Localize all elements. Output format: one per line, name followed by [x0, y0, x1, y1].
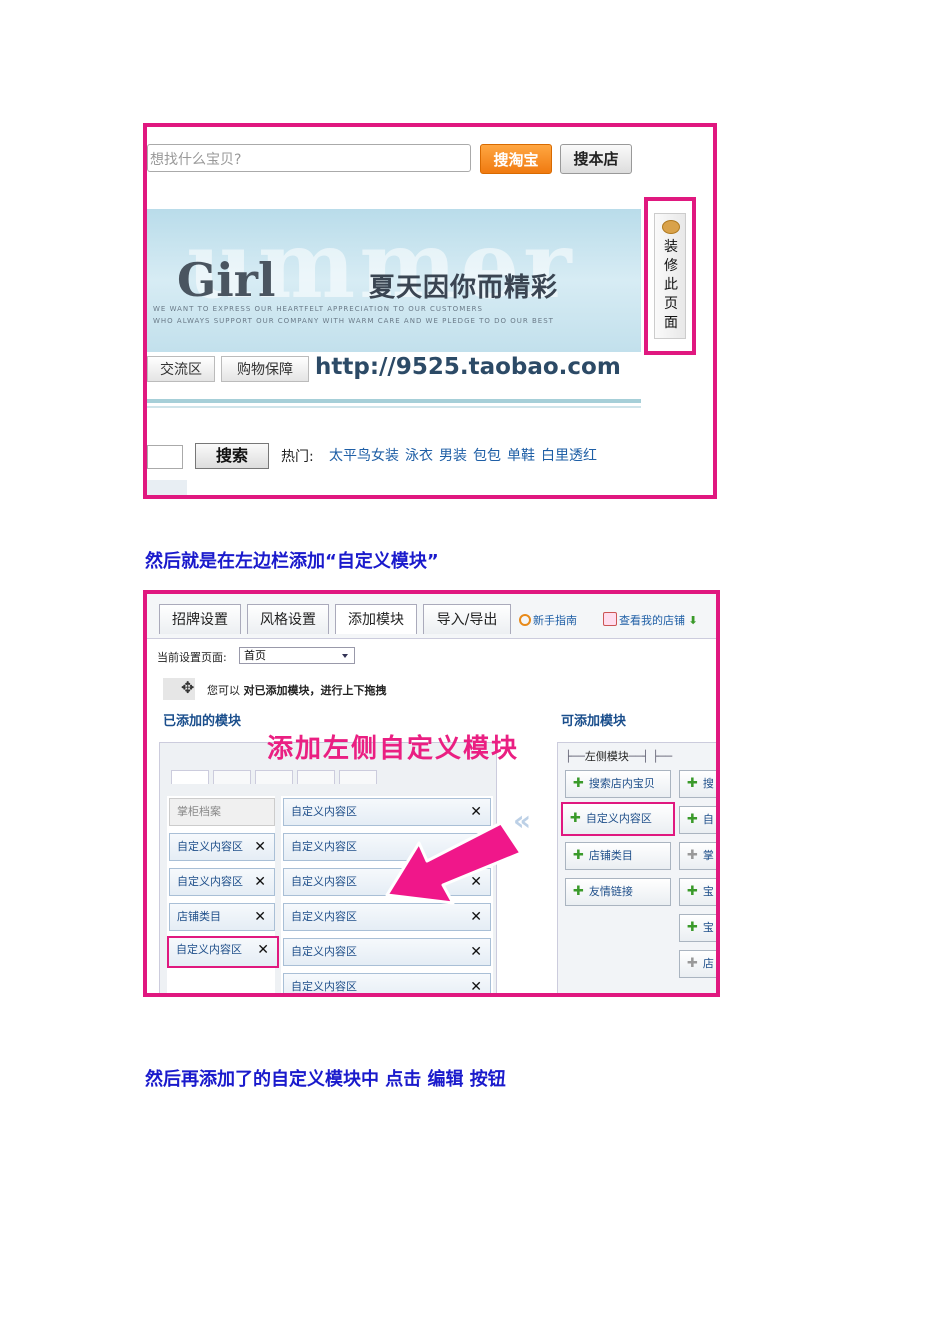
- module-item[interactable]: 自定义内容区✕: [283, 973, 491, 993]
- screenshot-store-header: 想找什么宝贝? 搜淘宝 搜本店 ummer Girl 夏天因你而精彩 WE WA…: [143, 123, 717, 499]
- view-store-link[interactable]: 查看我的店铺 ⬇: [603, 612, 698, 628]
- decorate-page-button[interactable]: 装修此页面: [654, 213, 686, 339]
- lifebuoy-icon: [519, 614, 531, 626]
- current-page-label: 当前设置页面:: [157, 651, 227, 664]
- page-select[interactable]: 首页: [239, 647, 355, 664]
- store-banner: ummer Girl 夏天因你而精彩 WE WANT TO EXPRESS OU…: [147, 209, 641, 352]
- search-input[interactable]: 想找什么宝贝?: [147, 144, 471, 172]
- search-store-button[interactable]: 搜本店: [560, 144, 632, 174]
- close-icon[interactable]: ✕: [254, 869, 266, 895]
- drag-tip: 您可以 对已添加模块，进行上下拖拽: [207, 684, 387, 697]
- guide-link[interactable]: 新手指南: [519, 612, 577, 628]
- hot-link[interactable]: 太平鸟女装: [329, 448, 399, 464]
- plus-icon: ✚: [687, 920, 698, 935]
- plus-icon: ✚: [687, 812, 698, 827]
- store-url: http://9525.taobao.com: [315, 354, 621, 380]
- module-item[interactable]: 自定义内容区✕: [169, 833, 275, 861]
- divider: [147, 399, 641, 403]
- hot-link[interactable]: 泳衣: [405, 448, 433, 464]
- banner-title: Girl: [177, 253, 276, 307]
- search-button[interactable]: 搜索: [195, 443, 269, 469]
- hot-links: 太平鸟女装 泳衣 男装 包包 单鞋 白里透红: [329, 445, 603, 465]
- keyword-input[interactable]: [147, 445, 183, 469]
- banner-nav: 交流区 购物保障 http://9525.taobao.com: [147, 352, 641, 385]
- plus-icon: ✚: [687, 956, 698, 971]
- calendar-icon: [603, 612, 617, 626]
- column-tab[interactable]: [255, 770, 293, 784]
- chevron-down-icon: [342, 654, 348, 658]
- tab-add-module[interactable]: 添加模块: [335, 604, 417, 634]
- tab-import-export[interactable]: 导入/导出: [423, 604, 511, 634]
- module-item[interactable]: 掌柜档案: [169, 798, 275, 826]
- plus-icon: ✚: [687, 776, 698, 791]
- arrow-down-icon: ⬇: [688, 614, 698, 627]
- banner-english-line-1: WE WANT TO EXPRESS OUR HEARTFELT APPRECI…: [153, 305, 483, 313]
- add-custom-content-button[interactable]: ✚ 自定义内容区: [561, 802, 675, 836]
- add-friend-links-button[interactable]: ✚ 友情链接: [565, 878, 671, 906]
- add-store-category-button[interactable]: ✚ 店铺类目: [565, 842, 671, 870]
- hot-label: 热门:: [281, 449, 314, 465]
- module-item[interactable]: 自定义内容区✕: [169, 868, 275, 896]
- hot-link[interactable]: 白里透红: [541, 448, 597, 464]
- tab-bar: 招牌设置 风格设置 添加模块 导入/导出 新手指南 查看我的店铺 ⬇: [147, 594, 716, 639]
- column-tab[interactable]: [171, 770, 209, 784]
- move-icon: ✥: [181, 678, 195, 697]
- column-tab[interactable]: [213, 770, 251, 784]
- search-taobao-button[interactable]: 搜淘宝: [480, 144, 552, 174]
- module-item[interactable]: 店铺类目 ✕: [169, 903, 275, 931]
- tab-style[interactable]: 风格设置: [247, 604, 329, 634]
- banner-slogan: 夏天因你而精彩: [369, 273, 559, 303]
- column-tab[interactable]: [339, 770, 377, 784]
- palette-icon: [662, 220, 680, 234]
- page-select-value: 首页: [244, 649, 266, 662]
- plus-icon: ✚: [573, 884, 584, 899]
- close-icon[interactable]: ✕: [254, 834, 266, 860]
- added-modules-title: 已添加的模块: [163, 714, 242, 729]
- module-item-highlighted[interactable]: 自定义内容区 ✕: [167, 936, 279, 968]
- hot-link[interactable]: 包包: [473, 448, 501, 464]
- add-module-button[interactable]: ✚ 宝: [679, 914, 716, 942]
- available-modules-title: 可添加模块: [561, 714, 627, 729]
- highlight-box: 装修此页面: [644, 197, 696, 355]
- close-icon[interactable]: ✕: [254, 904, 266, 930]
- add-module-button[interactable]: ✚ 宝: [679, 878, 716, 906]
- add-module-button[interactable]: ✚ 自: [679, 806, 716, 834]
- tab-signboard[interactable]: 招牌设置: [159, 604, 241, 634]
- decorate-page-label: 装修此页面: [664, 239, 678, 331]
- plus-icon: ✚: [687, 884, 698, 899]
- add-module-button[interactable]: ✚ 搜: [679, 770, 716, 798]
- left-modules-label: ├──左侧模块──┤ ├──: [565, 750, 673, 763]
- caption: 然后再添加了的自定义模块中 点击 编辑 按钮: [145, 1069, 506, 1090]
- nav-tab-guarantee[interactable]: 购物保障: [221, 356, 309, 382]
- column-tab[interactable]: [297, 770, 335, 784]
- add-module-button-disabled: ✚ 掌: [679, 842, 716, 870]
- plus-icon: ✚: [570, 811, 581, 826]
- module-item[interactable]: 自定义内容区✕: [283, 938, 491, 966]
- banner-english-line-2: WHO ALWAYS SUPPORT OUR COMPANY WITH WARM…: [153, 317, 554, 325]
- hot-link[interactable]: 单鞋: [507, 448, 535, 464]
- annotation-text: 添加左侧自定义模块: [267, 734, 520, 764]
- nav-tab-forum[interactable]: 交流区: [147, 356, 215, 382]
- screenshot-module-editor: 招牌设置 风格设置 添加模块 导入/导出 新手指南 查看我的店铺 ⬇ 当前设置页…: [143, 590, 720, 997]
- plus-icon: ✚: [573, 848, 584, 863]
- close-icon[interactable]: ✕: [470, 939, 482, 965]
- caption: 然后就是在左边栏添加“自定义模块”: [145, 551, 439, 572]
- add-module-button-disabled: ✚ 店: [679, 950, 716, 978]
- close-icon[interactable]: ✕: [470, 974, 482, 993]
- plus-icon: ✚: [573, 776, 584, 791]
- decorative-strip: [147, 480, 187, 495]
- hot-link[interactable]: 男装: [439, 448, 467, 464]
- add-search-items-button[interactable]: ✚ 搜索店内宝贝: [565, 770, 671, 798]
- divider: [147, 406, 641, 408]
- plus-icon: ✚: [687, 848, 698, 863]
- pointer-arrow-icon: [385, 821, 523, 905]
- close-icon[interactable]: ✕: [257, 938, 269, 962]
